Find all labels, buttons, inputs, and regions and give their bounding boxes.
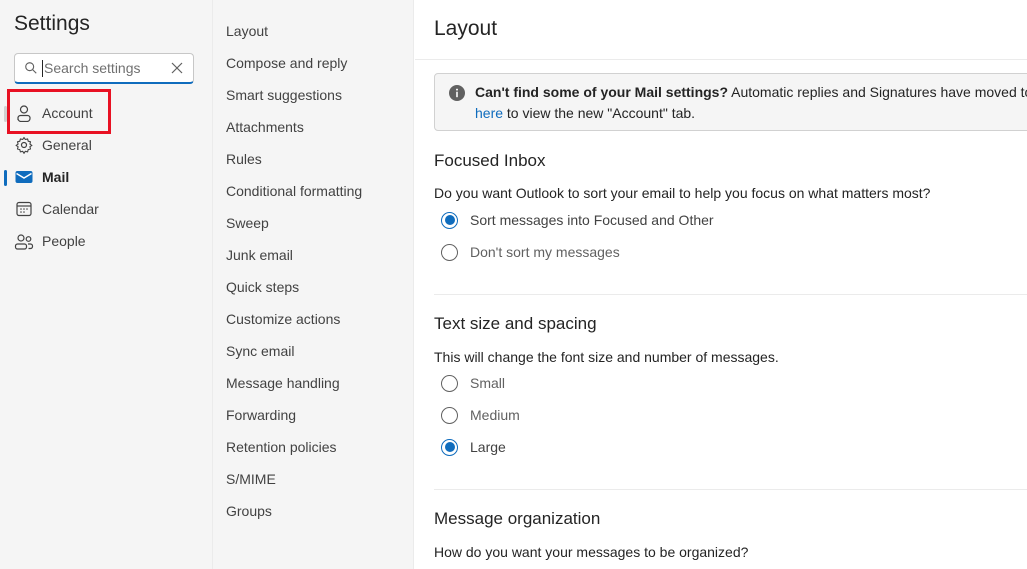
subnav-item-message-handling[interactable]: Message handling (226, 371, 340, 395)
search-icon (25, 62, 37, 74)
radio-button-checked[interactable] (441, 438, 458, 456)
settings-title: Settings (14, 12, 90, 35)
radio-small[interactable]: Small (441, 371, 505, 395)
nav-item-account[interactable]: Account (0, 97, 212, 129)
subnav-item-attachments[interactable]: Attachments (226, 115, 304, 139)
section-divider (434, 294, 1027, 295)
radio-medium[interactable]: Medium (441, 403, 520, 427)
radio-button[interactable] (441, 406, 458, 424)
nav-item-label: Mail (42, 169, 70, 185)
nav-item-label: Calendar (42, 201, 99, 217)
nav-item-people[interactable]: People (0, 225, 212, 257)
subnav-item-customize-actions[interactable]: Customize actions (226, 307, 340, 331)
nav-item-label: General (42, 137, 92, 153)
subnav-item-smart-suggestions[interactable]: Smart suggestions (226, 83, 342, 107)
radio-label: Don't sort my messages (470, 244, 620, 260)
section-divider (434, 489, 1027, 490)
settings-nav: Settings Account (0, 0, 213, 569)
info-message-text2: to view the new "Account" tab. (503, 105, 696, 121)
subnav-item-quick-steps[interactable]: Quick steps (226, 275, 299, 299)
layout-settings-panel: Layout Can't find some of your Mail sett… (415, 0, 1027, 569)
info-message-text: Automatic replies and Signatures have mo… (728, 84, 1027, 100)
mail-icon (14, 167, 34, 187)
message-organization-heading: Message organization (434, 509, 601, 528)
subnav-item-conditional-formatting[interactable]: Conditional formatting (226, 179, 362, 203)
clear-search-icon[interactable] (171, 62, 183, 74)
info-icon (449, 85, 465, 101)
subnav-item-rules[interactable]: Rules (226, 147, 262, 171)
nav-item-calendar[interactable]: Calendar (0, 193, 212, 225)
radio-large[interactable]: Large (441, 435, 506, 459)
people-icon (14, 231, 34, 251)
subnav-item-sweep[interactable]: Sweep (226, 211, 269, 235)
subnav-item-sync-email[interactable]: Sync email (226, 339, 294, 363)
title-divider (415, 59, 1027, 60)
text-size-heading: Text size and spacing (434, 314, 597, 333)
subnav-item-junk-email[interactable]: Junk email (226, 243, 293, 267)
radio-dont-sort[interactable]: Don't sort my messages (441, 240, 620, 264)
radio-sort-focused-other[interactable]: Sort messages into Focused and Other (441, 208, 714, 232)
nav-item-label: Account (42, 105, 93, 121)
nav-item-label: People (42, 233, 86, 249)
radio-button[interactable] (441, 374, 458, 392)
nav-item-general[interactable]: General (0, 129, 212, 161)
info-message-line1: Can't find some of your Mail settings? A… (475, 84, 1027, 100)
hover-indicator (4, 106, 7, 122)
mail-settings-subnav: Layout Compose and reply Smart suggestio… (213, 0, 414, 569)
subnav-item-layout[interactable]: Layout (226, 19, 268, 43)
text-size-description: This will change the font size and numbe… (434, 349, 779, 365)
subnav-item-smime[interactable]: S/MIME (226, 467, 276, 491)
here-link[interactable]: here (475, 105, 503, 121)
radio-button[interactable] (441, 243, 458, 261)
search-settings-box[interactable] (14, 53, 194, 84)
subnav-item-groups[interactable]: Groups (226, 499, 272, 523)
outlook-settings-window: Settings Account (0, 0, 1027, 569)
gear-icon (14, 135, 34, 155)
info-message-line2: here to view the new "Account" tab. (475, 105, 695, 121)
info-message-bold: Can't find some of your Mail settings? (475, 84, 729, 100)
calendar-icon (14, 199, 34, 219)
search-settings-input[interactable] (42, 59, 171, 77)
radio-button-checked[interactable] (441, 211, 458, 229)
radio-label: Medium (470, 407, 520, 423)
person-icon (14, 103, 34, 123)
radio-label: Large (470, 439, 506, 455)
focused-inbox-heading: Focused Inbox (434, 151, 546, 170)
focused-inbox-description: Do you want Outlook to sort your email t… (434, 185, 931, 201)
subnav-item-forwarding[interactable]: Forwarding (226, 403, 296, 427)
page-title: Layout (434, 17, 498, 40)
subnav-item-compose-and-reply[interactable]: Compose and reply (226, 51, 347, 75)
message-organization-description: How do you want your messages to be orga… (434, 544, 749, 560)
info-message-bar: Can't find some of your Mail settings? A… (434, 73, 1027, 131)
subnav-item-retention-policies[interactable]: Retention policies (226, 435, 337, 459)
radio-label: Sort messages into Focused and Other (470, 212, 714, 228)
selected-indicator (4, 170, 7, 186)
nav-item-mail[interactable]: Mail (0, 161, 212, 193)
radio-label: Small (470, 375, 506, 391)
